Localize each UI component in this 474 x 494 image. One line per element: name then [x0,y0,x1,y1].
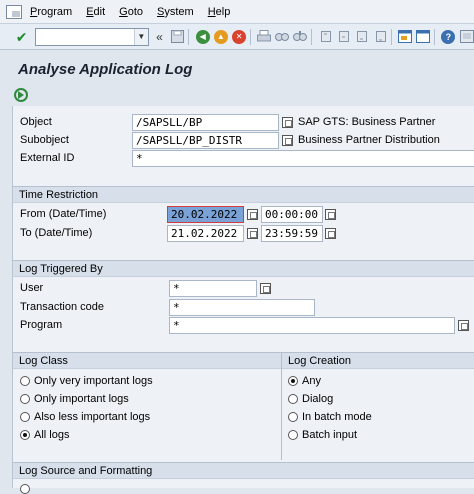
time-restriction-header: Time Restriction [13,186,474,203]
external-id-label: External ID [20,152,75,164]
customize-layout-icon[interactable] [459,29,474,45]
menu-program[interactable]: Program [30,6,72,18]
subobject-label: Subobject [20,134,69,146]
toolbar-separator [433,28,435,45]
log-triggered-by-header: Log Triggered By [13,260,474,277]
selection-screen: Object /SAPSLL/BP SAP GTS: Business Part… [12,106,474,494]
clock-icon[interactable] [325,228,336,239]
radio-label: Any [302,375,321,387]
double-chevron-left-icon[interactable]: « [152,29,167,45]
radio-label: All logs [34,429,70,441]
transaction-code-input[interactable]: * [169,299,315,316]
application-toolbar [0,84,474,106]
menu-system[interactable]: System [157,6,194,18]
radio-batch-mode[interactable] [288,412,298,422]
radio-label: In batch mode [302,411,372,423]
find-icon[interactable] [275,29,290,45]
radio-any[interactable] [288,376,298,386]
cancel-icon[interactable]: ✕ [231,29,247,45]
log-creation-header: Log Creation [282,352,474,369]
calendar-icon[interactable] [247,209,258,220]
transaction-code-label: Transaction code [20,301,104,313]
command-field[interactable]: ▼ [35,27,149,46]
from-date-input[interactable]: 20.02.2022 [167,206,244,223]
last-page-icon[interactable] [372,29,387,45]
title-bar: Analyse Application Log [0,50,474,84]
object-description: SAP GTS: Business Partner [298,116,436,128]
user-input[interactable]: * [169,280,257,297]
radio-label: Dialog [302,393,334,405]
window-menu-icon[interactable] [6,4,22,19]
radio-only-important[interactable] [20,394,30,404]
menu-goto[interactable]: Goto [119,6,143,18]
execute-icon[interactable] [14,88,28,102]
enter-check-icon[interactable]: ✔ [14,29,29,45]
log-source-header: Log Source and Formatting [13,462,474,479]
object-input[interactable]: /SAPSLL/BP [132,114,279,131]
find-next-icon[interactable] [293,29,308,45]
value-help-icon[interactable] [260,283,271,294]
shortcut-icon[interactable] [416,29,431,45]
toolbar-separator [390,28,392,45]
next-page-icon[interactable] [354,29,369,45]
chevron-down-icon[interactable]: ▼ [133,28,148,45]
new-session-icon[interactable] [398,29,413,45]
to-time-input[interactable]: 23:59:59 [261,225,323,242]
group-divider [281,352,282,460]
radio-partial[interactable] [20,484,30,494]
previous-page-icon[interactable] [336,29,351,45]
value-help-icon[interactable] [458,320,469,331]
radio-label: Only very important logs [34,375,153,387]
radio-only-very-important[interactable] [20,376,30,386]
from-time-input[interactable]: 00:00:00 [261,206,323,223]
radio-label: Batch input [302,429,358,441]
from-label: From (Date/Time) [20,208,107,220]
object-label: Object [20,116,52,128]
program-input[interactable]: * [169,317,455,334]
back-icon[interactable]: ◀ [195,29,210,45]
help-icon[interactable]: ? [441,29,456,45]
standard-toolbar: ✔ ▼ « ◀ ▲ ✕ ? [0,24,474,50]
to-date-input[interactable]: 21.02.2022 [167,225,244,242]
user-label: User [20,282,44,294]
value-help-icon[interactable] [282,135,293,146]
clock-icon[interactable] [325,209,336,220]
menu-bar: Program Edit Goto System Help [0,0,474,24]
radio-all-logs[interactable] [20,430,30,440]
save-icon[interactable] [170,29,185,45]
radio-dialog[interactable] [288,394,298,404]
subobject-description: Business Partner Distribution [298,134,440,146]
radio-label: Also less important logs [34,411,151,423]
first-page-icon[interactable] [318,29,333,45]
radio-label: Only important logs [34,393,129,405]
to-label: To (Date/Time) [20,227,93,239]
print-icon[interactable] [257,29,272,45]
radio-batch-input[interactable] [288,430,298,440]
toolbar-separator [249,28,251,45]
program-label: Program [20,319,63,331]
toolbar-separator [188,28,190,45]
page-title: Analyse Application Log [18,61,193,78]
value-help-icon[interactable] [282,117,293,128]
subobject-input[interactable]: /SAPSLL/BP_DISTR [132,132,279,149]
menu-help[interactable]: Help [208,6,231,18]
menu-edit[interactable]: Edit [86,6,105,18]
log-class-header: Log Class [13,352,281,369]
exit-icon[interactable]: ▲ [213,29,228,45]
external-id-input[interactable]: * [132,150,474,167]
calendar-icon[interactable] [247,228,258,239]
radio-also-less-important[interactable] [20,412,30,422]
toolbar-separator [311,28,312,45]
